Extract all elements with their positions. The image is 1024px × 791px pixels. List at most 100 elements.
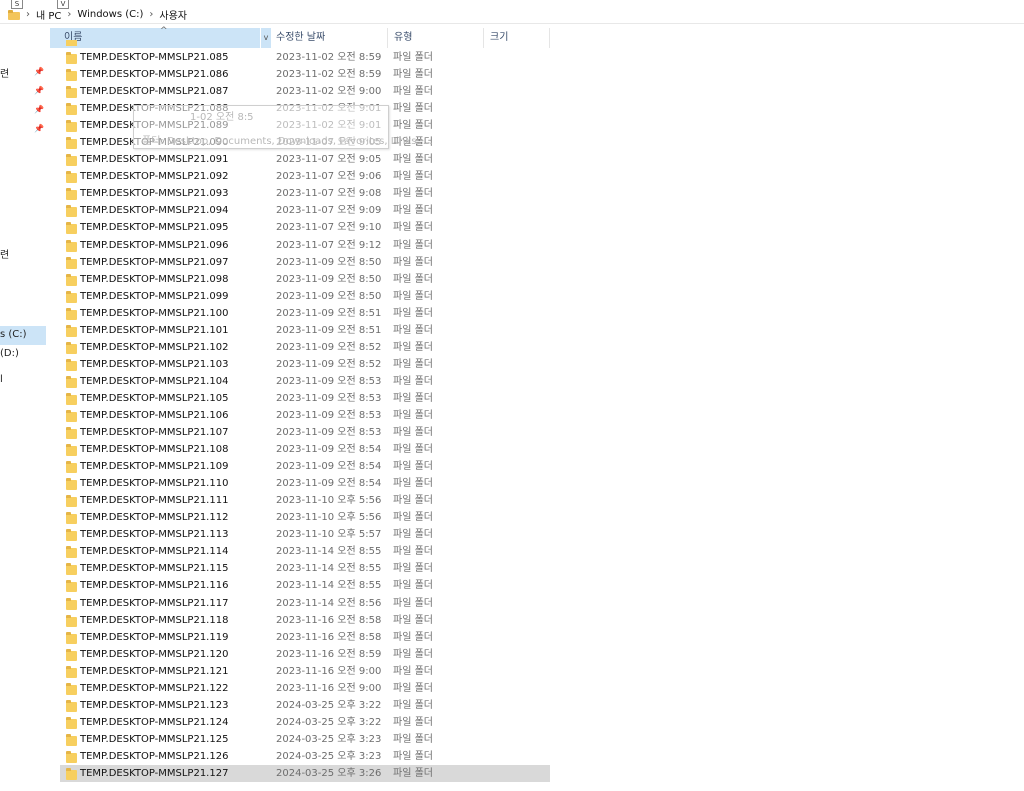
table-row[interactable]: TEMP.DESKTOP-MMSLP21.101 2023-11-09 오전 8:… <box>60 322 550 339</box>
row-date: 2023-11-07 오전 9:10 <box>276 222 382 234</box>
breadcrumb-drive-c[interactable]: Windows (C:) <box>77 9 143 20</box>
row-date: 2023-11-09 오전 8:54 <box>276 461 382 473</box>
breadcrumb-this-pc[interactable]: 내 PC <box>36 7 61 22</box>
table-row[interactable]: TEMP.DESKTOP-MMSLP21.095 2023-11-07 오전 9:… <box>60 219 550 236</box>
table-row[interactable]: TEMP.DESKTOP-MMSLP21.093 2023-11-07 오전 9:… <box>60 185 550 202</box>
chevron-right-icon[interactable]: › <box>149 9 153 20</box>
folder-icon <box>66 409 77 422</box>
row-date: 2023-11-07 오전 9:12 <box>276 239 382 251</box>
pin-icon[interactable]: 📌 <box>34 86 44 95</box>
row-type: 파일 폴더 <box>393 341 433 353</box>
table-row[interactable]: TEMP.DESKTOP-MMSLP21.119 2023-11-16 오전 8:… <box>60 629 550 646</box>
nav-item-fragment[interactable]: 련 <box>0 246 9 261</box>
row-type: 파일 폴더 <box>393 205 433 217</box>
nav-item-fragment[interactable]: l <box>0 374 3 385</box>
row-name: TEMP.DESKTOP-MMSLP21.102 <box>80 341 229 353</box>
row-type: 파일 폴더 <box>393 69 433 81</box>
nav-item-fragment[interactable]: 련 <box>0 65 9 80</box>
table-row[interactable]: TEMP.DESKTOP-MMSLP21.121 2023-11-16 오전 9:… <box>60 663 550 680</box>
column-divider[interactable] <box>549 28 550 48</box>
pin-icon[interactable]: 📌 <box>34 67 44 76</box>
table-row[interactable]: TEMP.DESKTOP-MMSLP21.124 2024-03-25 오후 3:… <box>60 714 550 731</box>
table-row[interactable]: TEMP.DESKTOP-MMSLP21.116 2023-11-14 오전 8:… <box>60 577 550 594</box>
column-header-type[interactable]: 유형 <box>394 28 412 48</box>
table-row[interactable]: TEMP.DESKTOP-MMSLP21.097 2023-11-09 오전 8:… <box>60 254 550 271</box>
row-type: 파일 폴더 <box>393 52 433 63</box>
row-date: 2023-11-09 오전 8:53 <box>276 409 382 421</box>
table-row[interactable]: TEMP.DESKTOP-MMSLP21.100 2023-11-09 오전 8:… <box>60 305 550 322</box>
table-row[interactable]: TEMP.DESKTOP-MMSLP21.103 2023-11-09 오전 8:… <box>60 356 550 373</box>
row-date: 2023-11-10 오후 5:56 <box>276 512 382 524</box>
row-type: 파일 폴더 <box>393 631 433 643</box>
column-header-size[interactable]: 크기 <box>490 28 508 48</box>
row-type: 파일 폴더 <box>393 188 433 200</box>
row-name: TEMP.DESKTOP-MMSLP21.108 <box>80 444 229 456</box>
table-row[interactable]: TEMP.DESKTOP-MMSLP21.105 2023-11-09 오전 8:… <box>60 390 550 407</box>
table-row[interactable]: TEMP.DESKTOP-MMSLP21.123 2024-03-25 오후 3:… <box>60 697 550 714</box>
table-row[interactable]: TEMP.DESKTOP-MMSLP21.085 2023-11-02 오전 8:… <box>60 49 550 66</box>
row-type: 파일 폴더 <box>393 546 433 558</box>
table-row[interactable]: TEMP.DESKTOP-MMSLP21.113 2023-11-10 오후 5:… <box>60 526 550 543</box>
table-row[interactable]: TEMP.DESKTOP-MMSLP21.115 2023-11-14 오전 8:… <box>60 560 550 577</box>
table-row[interactable]: TEMP.DESKTOP-MMSLP21.092 2023-11-07 오전 9:… <box>60 168 550 185</box>
folder-icon <box>66 682 77 695</box>
row-type: 파일 폴더 <box>393 375 433 387</box>
table-row[interactable]: TEMP.DESKTOP-MMSLP21.126 2024-03-25 오후 3:… <box>60 748 550 765</box>
breadcrumb-users[interactable]: 사용자 <box>159 7 187 22</box>
table-row[interactable]: TEMP.DESKTOP-MMSLP21.107 2023-11-09 오전 8:… <box>60 424 550 441</box>
chevron-right-icon[interactable]: › <box>26 9 30 20</box>
table-row[interactable]: TEMP.DESKTOP-MMSLP21.111 2023-11-10 오후 5:… <box>60 492 550 509</box>
column-header-name[interactable]: 이름 <box>50 28 264 48</box>
table-row[interactable]: TEMP.DESKTOP-MMSLP21.117 2023-11-14 오전 8:… <box>60 595 550 612</box>
table-row[interactable]: TEMP.DESKTOP-MMSLP21.087 2023-11-02 오전 9:… <box>60 83 550 100</box>
table-row[interactable]: TEMP.DESKTOP-MMSLP21.106 2023-11-09 오전 8:… <box>60 407 550 424</box>
row-type: 파일 폴더 <box>393 86 433 98</box>
table-row[interactable]: TEMP.DESKTOP-MMSLP21.098 2023-11-09 오전 8:… <box>60 271 550 288</box>
row-type: 파일 폴더 <box>393 580 433 592</box>
table-row[interactable]: TEMP.DESKTOP-MMSLP21.086 2023-11-02 오전 8:… <box>60 66 550 83</box>
row-date: 2023-11-09 오전 8:53 <box>276 375 382 387</box>
row-date: 2023-11-14 오전 8:56 <box>276 597 382 609</box>
table-row[interactable]: TEMP.DESKTOP-MMSLP21.109 2023-11-09 오전 8:… <box>60 458 550 475</box>
row-name: TEMP.DESKTOP-MMSLP21.116 <box>80 580 229 592</box>
table-row[interactable]: TEMP.DESKTOP-MMSLP21.118 2023-11-16 오전 8:… <box>60 612 550 629</box>
row-type: 파일 폴더 <box>393 307 433 319</box>
column-divider[interactable] <box>483 28 484 48</box>
table-row[interactable]: TEMP.DESKTOP-MMSLP21.099 2023-11-09 오전 8:… <box>60 288 550 305</box>
row-type: 파일 폴더 <box>393 461 433 473</box>
table-row[interactable]: TEMP.DESKTOP-MMSLP21.125 2024-03-25 오후 3:… <box>60 731 550 748</box>
column-divider[interactable] <box>387 28 388 48</box>
table-row[interactable]: TEMP.DESKTOP-MMSLP21.112 2023-11-10 오후 5:… <box>60 509 550 526</box>
folder-icon <box>66 290 77 303</box>
table-row[interactable]: TEMP.DESKTOP-MMSLP21.122 2023-11-16 오전 9:… <box>60 680 550 697</box>
table-row[interactable]: TEMP.DESKTOP-MMSLP21.108 2023-11-09 오전 8:… <box>60 441 550 458</box>
nav-item-drive-d[interactable]: (D:) <box>0 348 19 359</box>
pin-icon[interactable]: 📌 <box>34 124 44 133</box>
row-date: 2023-11-14 오전 8:55 <box>276 563 382 575</box>
row-type: 파일 폴더 <box>393 750 433 762</box>
column-header-date[interactable]: 수정한 날짜 <box>276 28 325 48</box>
tooltip-date: 1-02 오전 8:5 <box>190 112 254 123</box>
row-name: TEMP.DESKTOP-MMSLP21.121 <box>80 665 229 677</box>
pin-icon[interactable]: 📌 <box>34 105 44 114</box>
table-row[interactable]: TEMP.DESKTOP-MMSLP21.104 2023-11-09 오전 8:… <box>60 373 550 390</box>
table-row[interactable]: TEMP.DESKTOP-MMSLP21.114 2023-11-14 오전 8:… <box>60 543 550 560</box>
table-row[interactable]: TEMP.DESKTOP-MMSLP21.096 2023-11-07 오전 9:… <box>60 237 550 254</box>
nav-item-drive-c[interactable]: s (C:) <box>0 329 27 340</box>
table-row[interactable]: TEMP.DESKTOP-MMSLP21.094 2023-11-07 오전 9:… <box>60 202 550 219</box>
table-row[interactable]: TEMP.DESKTOP-MMSLP21.120 2023-11-16 오전 8:… <box>60 646 550 663</box>
table-row[interactable]: TEMP.DESKTOP-MMSLP21.127 2024-03-25 오후 3:… <box>60 764 550 783</box>
row-type: 파일 폴더 <box>393 444 433 456</box>
column-dropdown-icon[interactable]: v <box>260 28 271 48</box>
row-name: TEMP.DESKTOP-MMSLP21.115 <box>80 563 229 575</box>
address-bar[interactable]: › 내 PC › Windows (C:) › 사용자 <box>0 6 1024 24</box>
row-type: 파일 폴더 <box>393 682 433 694</box>
row-date: 2024-03-25 오후 3:22 <box>276 716 382 728</box>
table-row[interactable]: TEMP.DESKTOP-MMSLP21.110 2023-11-09 오전 8:… <box>60 475 550 492</box>
tooltip: 1-02 오전 8:5 폴더: Desktop, Documents, Down… <box>133 105 432 149</box>
table-row[interactable]: TEMP.DESKTOP-MMSLP21.102 2023-11-09 오전 8:… <box>60 339 550 356</box>
row-name: TEMP.DESKTOP-MMSLP21.103 <box>80 358 229 370</box>
chevron-right-icon[interactable]: › <box>67 9 71 20</box>
folder-icon <box>66 171 77 184</box>
table-row[interactable]: TEMP.DESKTOP-MMSLP21.091 2023-11-07 오전 9:… <box>60 151 550 168</box>
